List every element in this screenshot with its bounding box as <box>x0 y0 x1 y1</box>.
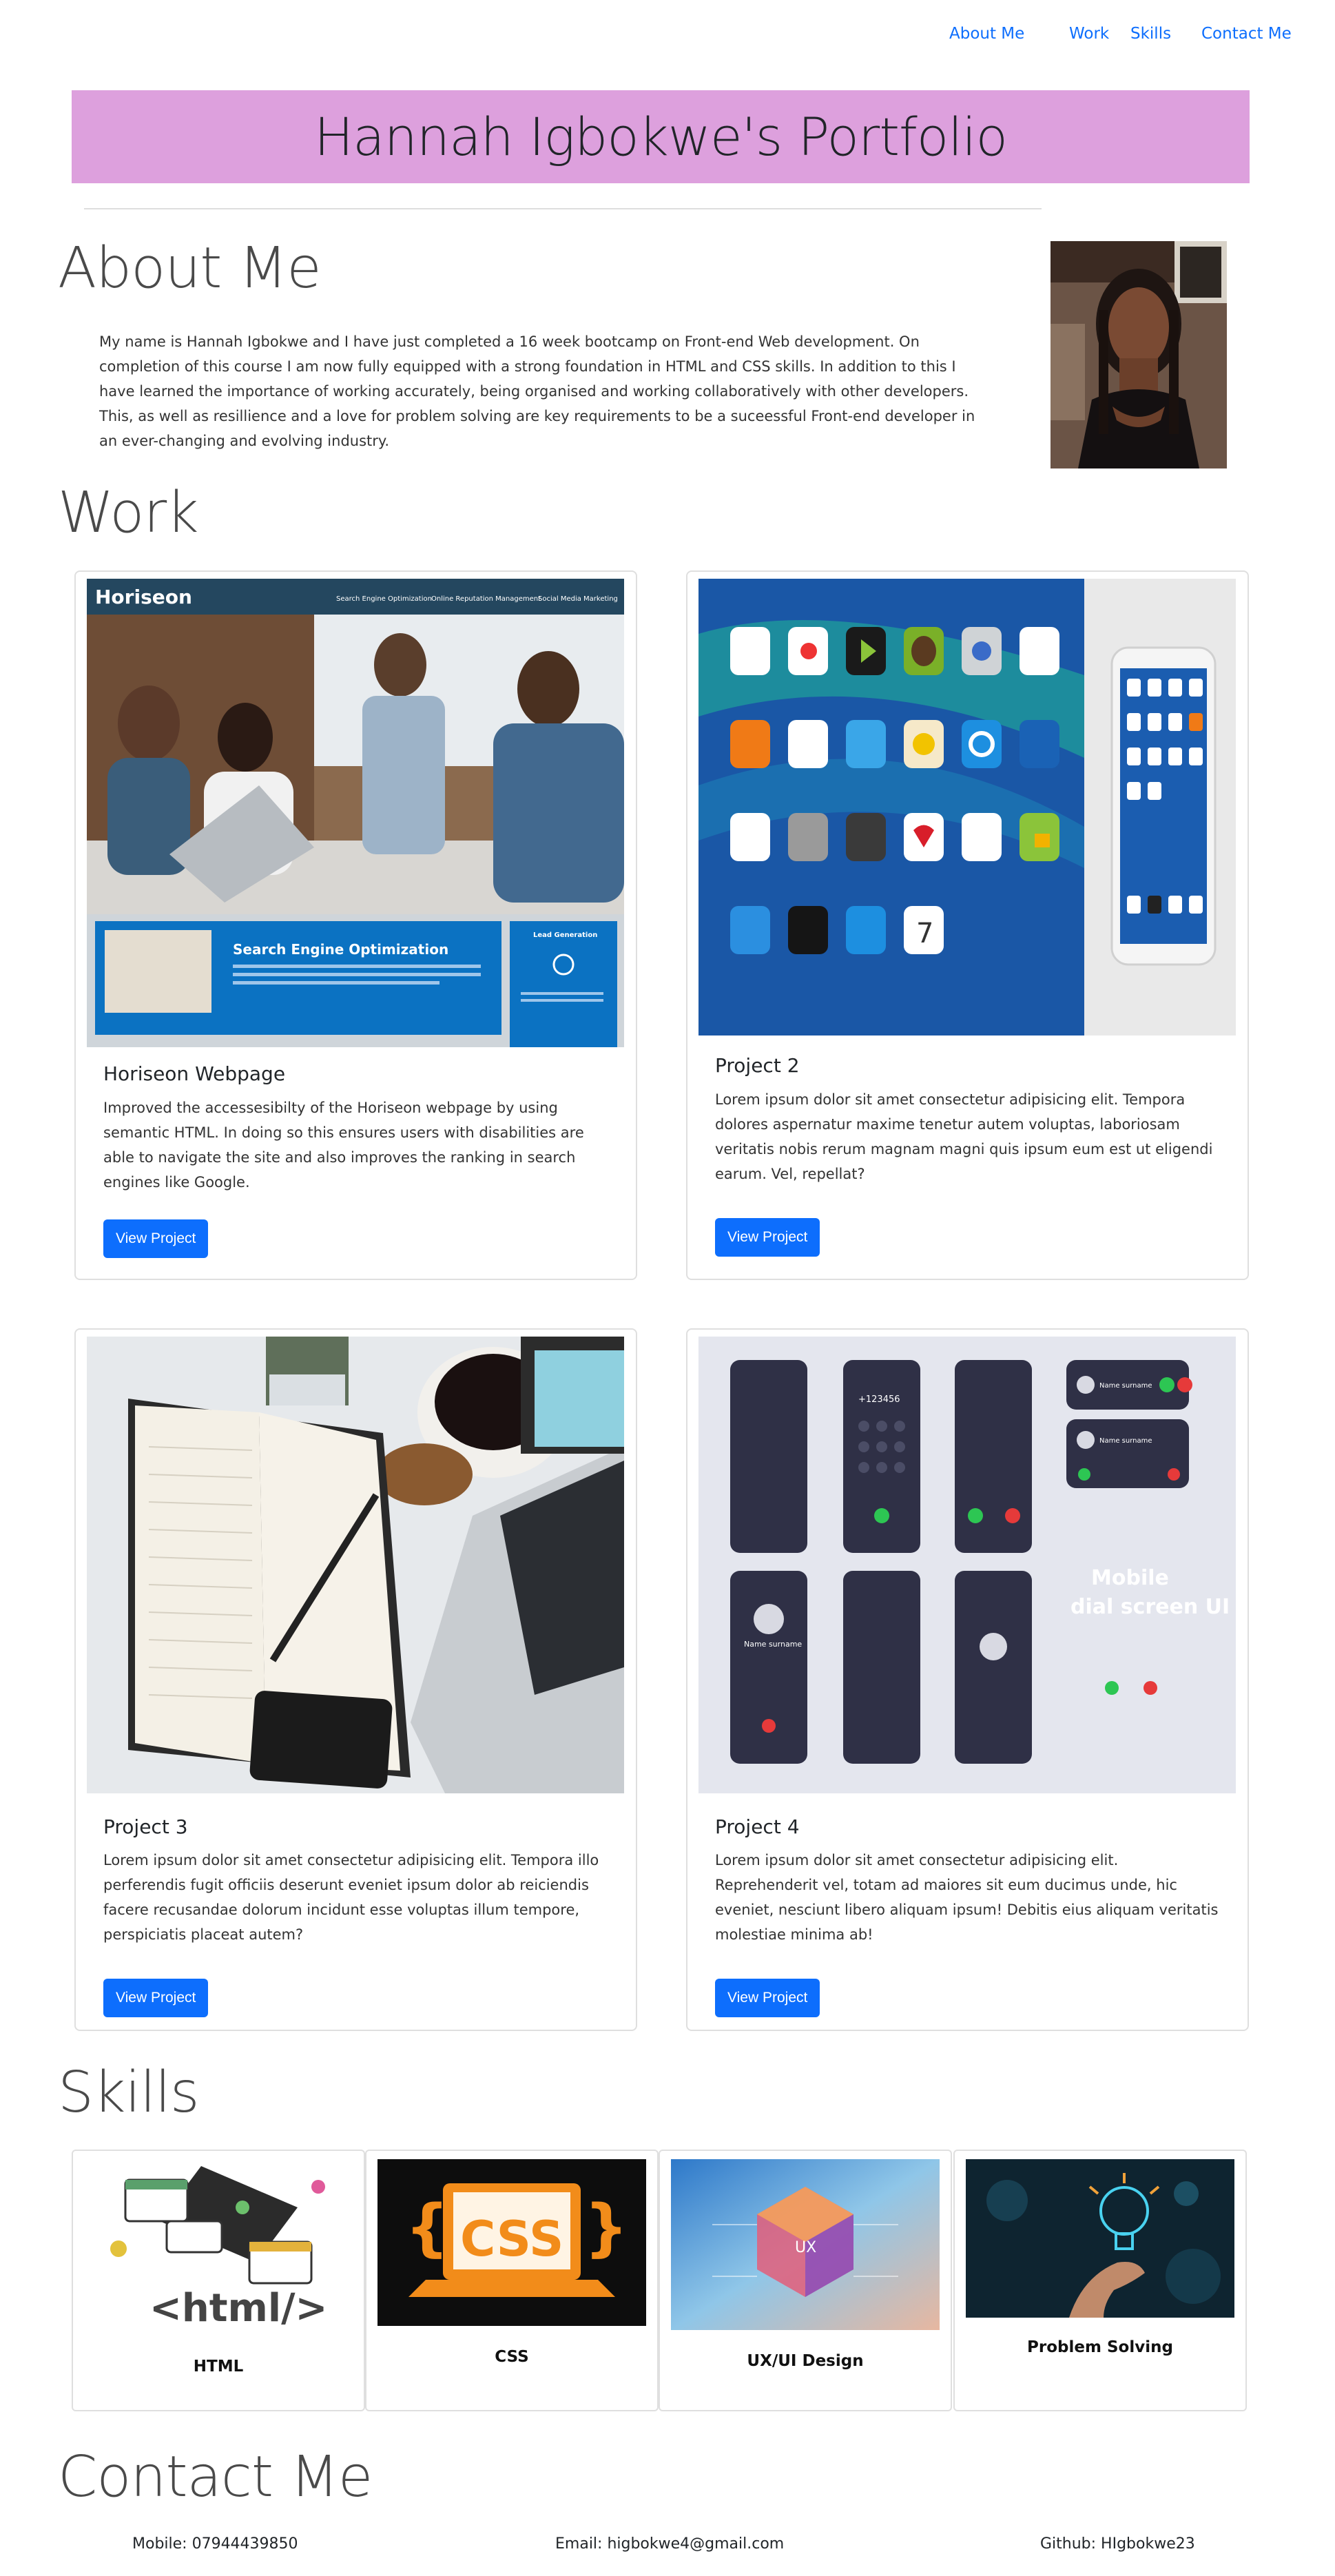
skill-label: UX/UI Design <box>747 2352 864 2370</box>
svg-text:7: 7 <box>916 918 933 949</box>
project-card: Project 3 Lorem ipsum dolor sit amet con… <box>74 1328 637 2031</box>
skill-card-problem-solving: Problem Solving <box>953 2150 1247 2411</box>
nav-link-about[interactable]: About Me <box>949 25 1024 43</box>
nav-link-contact[interactable]: Contact Me <box>1201 25 1292 43</box>
contact-email[interactable]: Email: higbokwe4@gmail.com <box>555 2535 784 2553</box>
svg-text:Social Media Marketing: Social Media Marketing <box>538 595 618 603</box>
skill-label: CSS <box>495 2348 529 2366</box>
project-card: 7 Project 2 Lorem ipsum dolor sit amet c… <box>686 570 1249 1280</box>
nav-link-work[interactable]: Work <box>1069 25 1109 43</box>
project-title: Project 4 <box>715 1815 800 1838</box>
view-project-button[interactable]: View Project <box>715 1218 820 1257</box>
ux-image: UX <box>671 2159 940 2330</box>
project-description: Improved the accessesibilty of the Horis… <box>103 1100 584 1191</box>
nav-link-skills[interactable]: Skills <box>1130 25 1171 43</box>
view-project-button[interactable]: View Project <box>103 1219 209 1258</box>
project-description: Lorem ipsum dolor sit amet consectetur a… <box>715 1091 1213 1182</box>
about-heading: About Me <box>58 236 322 301</box>
svg-text:+123456: +123456 <box>858 1394 900 1405</box>
svg-text:Name surname: Name surname <box>1099 1382 1152 1390</box>
project-title: Project 2 <box>715 1054 800 1077</box>
svg-text:Mobile: Mobile <box>1091 1566 1169 1590</box>
problem-solving-image <box>966 2159 1234 2318</box>
html-image: <html/> <box>84 2159 353 2333</box>
contact-mobile: Mobile: 07944439850 <box>132 2535 298 2553</box>
header-divider <box>84 208 1042 209</box>
svg-text:Lead Generation: Lead Generation <box>533 931 597 939</box>
skills-heading: Skills <box>58 2060 200 2125</box>
project-title: Project 3 <box>103 1815 188 1838</box>
project-card: +123456 Name surname Name surname Name s… <box>686 1328 1249 2031</box>
contact-github[interactable]: Github: HIgbokwe23 <box>1040 2535 1195 2553</box>
svg-text:{: { <box>405 2192 449 2264</box>
svg-text:Online Reputation Management: Online Reputation Management <box>431 595 541 603</box>
skill-label: HTML <box>193 2358 244 2376</box>
svg-text:Name surname: Name surname <box>744 1640 802 1649</box>
svg-text:Search Engine Optimization: Search Engine Optimization <box>233 941 448 958</box>
about-text: My name is Hannah Igbokwe and I have jus… <box>99 333 975 449</box>
page-title: Hannah Igbokwe's Portfolio <box>314 106 1008 167</box>
contact-heading: Contact Me <box>58 2444 373 2510</box>
skill-card-html: <html/> HTML <box>72 2150 365 2411</box>
work-heading: Work <box>58 480 199 546</box>
svg-text:Search Engine Optimization: Search Engine Optimization <box>336 595 432 603</box>
svg-text:}: } <box>584 2192 628 2264</box>
svg-text:Horiseon: Horiseon <box>95 586 192 608</box>
project-image: 7 <box>698 579 1236 1035</box>
project-description: Lorem ipsum dolor sit amet consectetur a… <box>715 1852 1219 1943</box>
view-project-button[interactable]: View Project <box>103 1979 209 2017</box>
svg-text:Name surname: Name surname <box>1099 1437 1152 1445</box>
project-image: Horiseon Search Engine Optimization Onli… <box>87 579 624 1047</box>
project-card: Horiseon Search Engine Optimization Onli… <box>74 570 637 1280</box>
skill-card-css: CSS { } CSS <box>365 2150 659 2411</box>
svg-text:UX: UX <box>795 2239 816 2256</box>
svg-text:CSS: CSS <box>460 2211 563 2267</box>
css-image: CSS { } <box>377 2159 646 2326</box>
skill-card-ux: UX UX/UI Design <box>659 2150 952 2411</box>
header-banner: Hannah Igbokwe's Portfolio <box>72 90 1250 183</box>
project-image: +123456 Name surname Name surname Name s… <box>698 1337 1236 1793</box>
skill-label: Problem Solving <box>1027 2338 1173 2356</box>
project-title: Horiseon Webpage <box>103 1062 286 1085</box>
profile-photo <box>1051 241 1227 468</box>
project-description: Lorem ipsum dolor sit amet consectetur a… <box>103 1852 599 1943</box>
project-image <box>87 1337 624 1793</box>
svg-text:<html/>: <html/> <box>149 2286 327 2331</box>
view-project-button[interactable]: View Project <box>715 1979 820 2017</box>
svg-text:dial screen UI: dial screen UI <box>1070 1595 1230 1619</box>
